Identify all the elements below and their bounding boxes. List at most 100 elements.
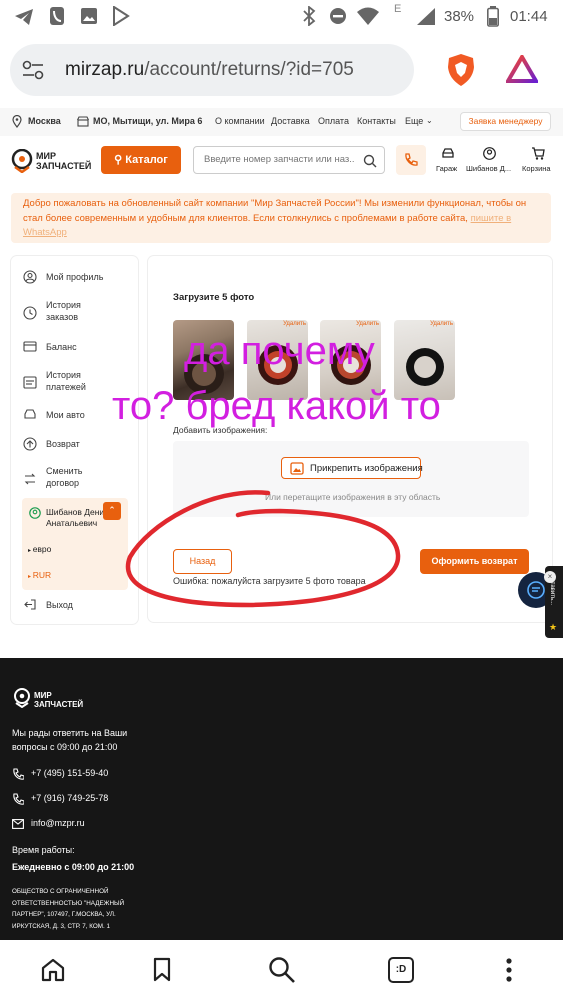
delete-photo-button[interactable]: Удалить xyxy=(283,321,306,327)
sidebar-item-label: История платежей xyxy=(46,370,86,392)
browser-bottom-bar: :D xyxy=(0,940,563,1000)
chevron-down-icon: ⌄ xyxy=(426,116,433,125)
search-icon[interactable] xyxy=(363,154,377,168)
close-widget-icon[interactable]: × xyxy=(544,571,556,583)
signal-icon xyxy=(417,8,435,25)
sidebar-item-logout[interactable]: Выход xyxy=(11,598,138,614)
sidebar-item-label: Мой профиль xyxy=(46,272,104,282)
url-text[interactable]: mirzap.ru/account/returns/?id=705 xyxy=(65,59,354,81)
store-icon xyxy=(77,116,89,127)
footer-legal-line: ПАРТНЕР", 107497, Г.МОСКВА, УЛ. xyxy=(12,911,116,918)
site-update-notice: Добро пожаловать на обновленный сайт ком… xyxy=(11,193,551,243)
account-label: Шибанов Д... xyxy=(466,164,512,173)
manager-request-button[interactable]: Заявка менеджеру xyxy=(460,112,551,131)
footer-hours-value: Ежедневно с 09:00 до 21:00 xyxy=(12,862,135,872)
sidebar-item-returns[interactable]: Возврат xyxy=(11,437,138,453)
url-host: mirzap.ru xyxy=(65,59,145,80)
phone-request-icon xyxy=(405,153,418,166)
bookmark-icon[interactable] xyxy=(152,957,172,983)
footer-tagline-line2: вопросы с 09:00 до 21:00 xyxy=(12,742,118,752)
contract-selector: Шибанов Денис Анатальевич ⌃ ▸ евро ▸ RUR xyxy=(22,498,128,590)
nav-link-about[interactable]: О компании xyxy=(215,116,265,126)
sidebar-item-label: Мои авто xyxy=(46,410,85,420)
search-box[interactable] xyxy=(193,146,385,174)
switch-icon xyxy=(24,473,36,485)
chevron-up-icon[interactable]: ⌃ xyxy=(103,502,121,520)
nav-link-contacts[interactable]: Контакты xyxy=(357,116,396,126)
return-icon xyxy=(23,437,37,451)
logo-pin-icon xyxy=(14,688,30,708)
site-footer: МИР ЗАПЧАСТЕЙ Мы рады ответить на Ваши в… xyxy=(0,658,563,940)
footer-logo-line1: МИР xyxy=(34,691,52,700)
chat-icon xyxy=(527,581,545,599)
delete-photo-button[interactable]: Удалить xyxy=(430,321,453,327)
annotation-line1: да почему xyxy=(184,329,375,373)
red-circle-scribble xyxy=(125,490,401,608)
footer-email[interactable]: info@mzpr.ru xyxy=(31,818,85,828)
account-icon xyxy=(483,147,496,160)
catalog-icon: ⚲ xyxy=(114,154,123,166)
home-icon[interactable] xyxy=(40,957,66,983)
nav-link-delivery[interactable]: Доставка xyxy=(271,116,310,126)
sidebar-item-orders-history[interactable]: История заказов xyxy=(11,300,138,324)
attach-images-button[interactable]: Прикрепить изображения xyxy=(281,457,423,479)
footer-phone1[interactable]: +7 (495) 151-59-40 xyxy=(31,768,108,778)
logo-line1: МИР xyxy=(36,151,56,161)
url-path: /account/returns/?id=705 xyxy=(144,59,354,80)
play-store-icon xyxy=(113,6,130,26)
site-logo[interactable]: МИР ЗАПЧАСТЕЙ xyxy=(11,148,93,174)
contract-option-euro[interactable]: ▸ евро xyxy=(28,544,51,554)
contract-option-label: евро xyxy=(32,544,52,554)
contract-option-rur[interactable]: ▸ RUR xyxy=(28,570,51,580)
clock: 01:44 xyxy=(510,8,548,25)
wallet-icon xyxy=(23,341,37,352)
payments-icon xyxy=(23,376,37,389)
submit-return-button[interactable]: Оформить возврат xyxy=(420,549,529,574)
bluetooth-icon xyxy=(303,6,316,26)
car-icon xyxy=(24,409,36,419)
city-selector[interactable]: Москва xyxy=(28,116,61,126)
sidebar-item-profile[interactable]: Мой профиль xyxy=(11,270,138,286)
delete-photo-button[interactable]: Удалить xyxy=(356,321,379,327)
footer-legal-line: ОТВЕТСТВЕННОСТЬЮ "НАДЕЖНЫЙ xyxy=(12,899,125,907)
phone-icon xyxy=(50,7,64,25)
garage-link[interactable]: Гараж xyxy=(434,146,462,176)
footer-phone2[interactable]: +7 (916) 749-25-78 xyxy=(31,793,108,803)
footer-legal: ОБЩЕСТВО С ОГРАНИЧЕННОЙ ОТВЕТСТВЕННОСТЬЮ… xyxy=(12,886,124,932)
vin-request-button[interactable] xyxy=(396,145,426,175)
footer-legal-line: ОБЩЕСТВО С ОГРАНИЧЕННОЙ xyxy=(12,888,109,895)
account-link[interactable]: Шибанов Д... xyxy=(466,146,516,176)
address-bar[interactable]: mirzap.ru/account/returns/?id=705 xyxy=(10,44,414,96)
account-sidebar: Мой профиль История заказов Баланс Истор… xyxy=(11,256,138,624)
cart-link[interactable]: Корзина xyxy=(521,146,553,176)
contract-option-label: RUR xyxy=(32,570,52,580)
menu-dots-icon[interactable] xyxy=(505,957,513,983)
user-circle-icon xyxy=(29,507,41,519)
nav-link-more[interactable]: Еще xyxy=(405,116,423,126)
dnd-icon xyxy=(330,8,346,24)
brave-shields-icon[interactable] xyxy=(446,53,476,87)
cart-icon xyxy=(532,147,545,160)
sidebar-item-label: История заказов xyxy=(46,300,81,322)
search-input[interactable] xyxy=(204,154,354,165)
logo-pin-icon xyxy=(11,149,33,173)
status-bar: E 38% 01:44 xyxy=(0,0,563,34)
catalog-button[interactable]: ⚲ Каталог xyxy=(101,146,181,174)
brave-rewards-icon[interactable] xyxy=(506,55,538,83)
sidebar-item-balance[interactable]: Баланс xyxy=(11,340,138,356)
sidebar-item-label: Баланс xyxy=(46,342,77,352)
gallery-icon xyxy=(81,8,97,24)
sidebar-item-switch-contract[interactable]: Сменить договор xyxy=(11,466,138,490)
mail-icon xyxy=(12,819,24,829)
store-selector[interactable]: МО, Мытищи, ул. Мира 6 xyxy=(93,116,202,126)
notice-text: Добро пожаловать на обновленный сайт ком… xyxy=(23,198,527,224)
search-icon[interactable] xyxy=(268,956,296,984)
history-icon xyxy=(23,306,37,320)
nav-link-payment[interactable]: Оплата xyxy=(318,116,349,126)
tabs-icon[interactable]: :D xyxy=(388,957,414,983)
car-icon xyxy=(442,148,454,158)
footer-logo-line2: ЗАПЧАСТЕЙ xyxy=(34,700,84,709)
image-upload-icon xyxy=(290,462,304,475)
logout-icon xyxy=(24,599,36,610)
site-settings-icon[interactable] xyxy=(22,60,44,80)
